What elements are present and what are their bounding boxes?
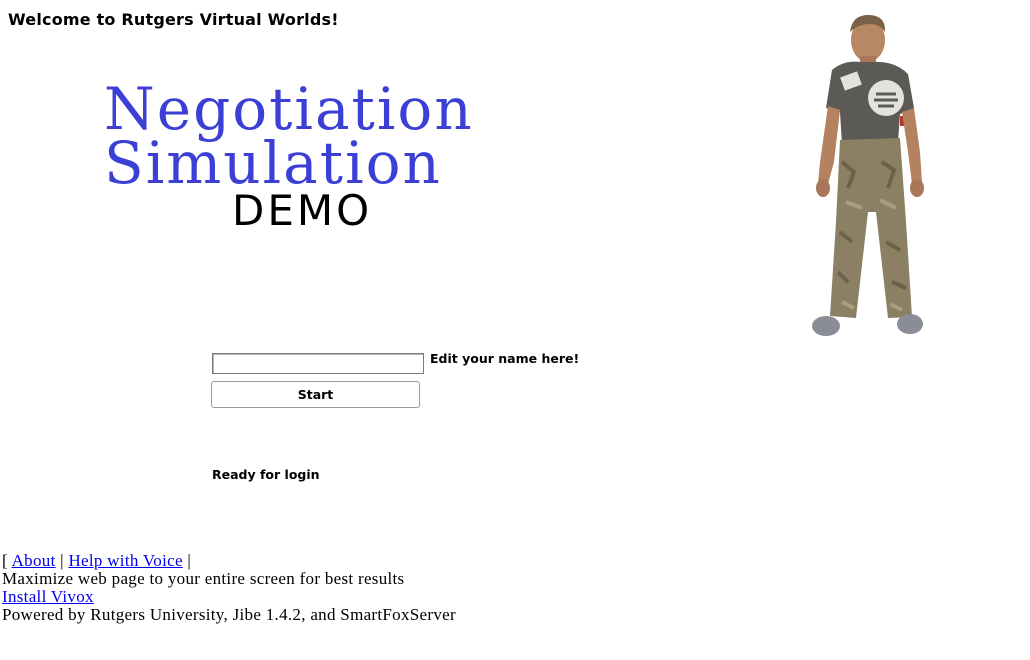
about-link[interactable]: About — [12, 551, 56, 570]
install-vivox-link[interactable]: Install Vivox — [2, 587, 94, 606]
login-status-text: Ready for login — [212, 467, 320, 482]
logo-title-line-2: Simulation — [104, 129, 442, 197]
welcome-heading: Welcome to Rutgers Virtual Worlds! — [8, 10, 339, 29]
help-with-voice-link[interactable]: Help with Voice — [68, 551, 182, 570]
footer-links-row: [ About | Help with Voice | — [2, 552, 456, 570]
name-input-hint: Edit your name here! — [430, 351, 580, 366]
maximize-tip-text: Maximize web page to your entire screen … — [2, 569, 405, 588]
avatar-figure-image — [812, 14, 924, 336]
footer-bracket-open: [ — [2, 551, 8, 570]
avatar-right-arm — [902, 108, 922, 184]
name-input[interactable] — [212, 353, 424, 374]
footer-divider: | — [60, 551, 64, 570]
start-button[interactable]: Start — [211, 381, 420, 408]
footer: [ About | Help with Voice | Maximize web… — [2, 552, 456, 624]
avatar-pants — [830, 138, 912, 318]
logo-demo-label: DEMO — [232, 186, 373, 235]
footer-divider: | — [187, 551, 192, 570]
avatar-right-shoe — [897, 314, 923, 334]
powered-by-text: Powered by Rutgers University, Jibe 1.4.… — [2, 605, 456, 624]
avatar-left-arm — [818, 106, 840, 184]
avatar-left-shoe — [812, 316, 840, 336]
